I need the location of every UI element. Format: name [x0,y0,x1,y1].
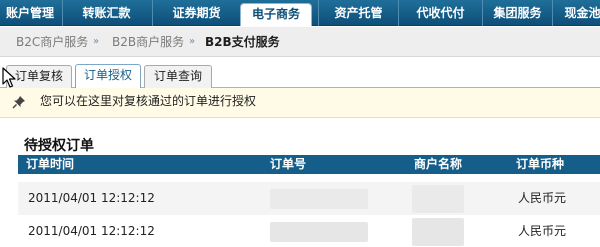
cell-currency: 人民币元 [518,224,567,238]
tab-order-authorize[interactable]: 订单授权 [75,64,141,88]
mouse-cursor-icon [2,67,16,88]
table-row[interactable]: 2011/04/01 12:12:12 人民币元 [18,215,600,247]
redacted-order-number [270,189,368,209]
nav-cash-pool[interactable]: 现金池 [552,0,600,26]
column-header-order-time[interactable]: 订单时间 [26,155,74,174]
column-header-order-number[interactable]: 订单号 [270,155,306,174]
redacted-order-number [270,222,368,242]
nav-asset-custody[interactable]: 资产托管 [318,0,398,26]
info-bar: 您可以在这里对复核通过的订单进行授权 [0,88,600,118]
double-arrow-icon: » [189,36,196,47]
table-header: 订单时间 订单号 商户名称 订单币种 [18,155,600,174]
cell-order-time: 2011/04/01 12:12:12 [28,191,155,205]
pin-icon [12,96,25,109]
section-title: 待授权订单 [24,138,94,154]
double-arrow-icon: » [93,36,100,47]
subnav-b2c-merchant[interactable]: B2C商户服务 [16,27,88,57]
nav-e-commerce[interactable]: 电子商务 [240,3,312,26]
info-message: 您可以在这里对复核通过的订单进行授权 [40,94,257,108]
redacted-merchant-name [412,185,464,213]
nav-account-management[interactable]: 账户管理 [0,0,60,26]
cell-order-time: 2011/04/01 12:12:12 [28,224,155,238]
nav-group-service[interactable]: 集团服务 [482,0,552,26]
top-navigation: 账户管理 转账汇款 证券期货 电子商务 资产托管 代收代付 集团服务 现金池 [0,0,600,26]
tab-bar: 订单复核 订单授权 订单查询 [0,57,600,88]
subnav-b2b-merchant[interactable]: B2B商户服务 [112,27,184,57]
redacted-merchant-name [412,218,464,246]
column-header-currency[interactable]: 订单币种 [516,155,564,174]
sub-navigation: B2C商户服务 » B2B商户服务 » B2B支付服务 [0,27,600,57]
cell-currency: 人民币元 [518,191,567,205]
nav-collection-payment[interactable]: 代收代付 [398,0,482,26]
column-header-merchant-name[interactable]: 商户名称 [414,155,462,174]
table-row[interactable]: 2011/04/01 12:12:12 人民币元 [18,182,600,215]
tab-order-query[interactable]: 订单查询 [144,65,212,88]
nav-transfer[interactable]: 转账汇款 [62,0,150,26]
subnav-b2b-payment[interactable]: B2B支付服务 [205,27,280,57]
nav-securities-futures[interactable]: 证券期货 [152,0,240,26]
